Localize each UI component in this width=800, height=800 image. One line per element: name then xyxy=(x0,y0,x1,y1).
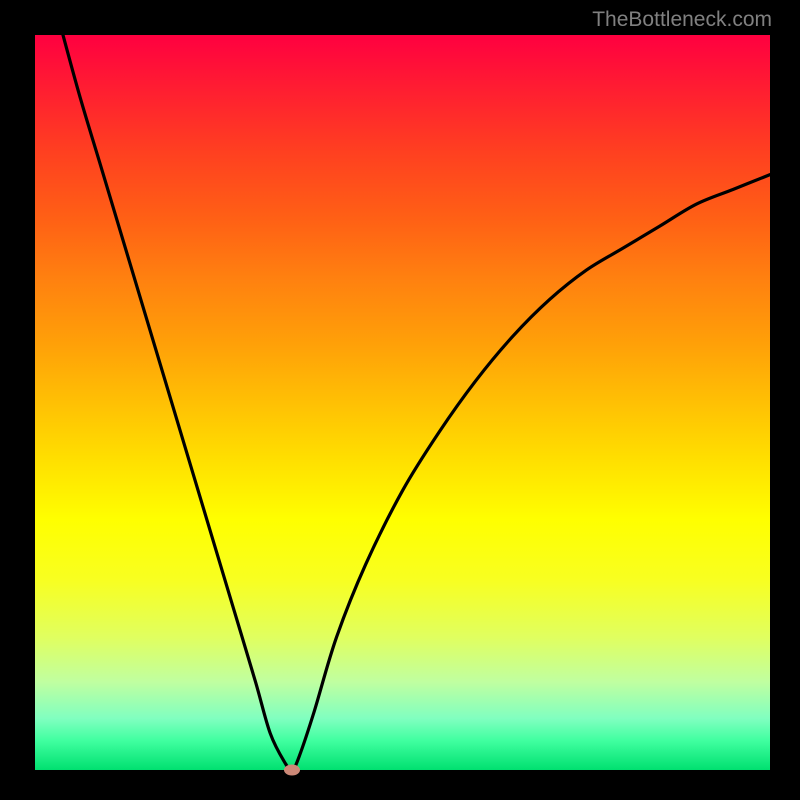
bottleneck-curve xyxy=(57,35,770,770)
chart-curve-layer xyxy=(35,35,770,770)
watermark-text: TheBottleneck.com xyxy=(592,8,772,32)
minimum-marker xyxy=(284,765,300,776)
